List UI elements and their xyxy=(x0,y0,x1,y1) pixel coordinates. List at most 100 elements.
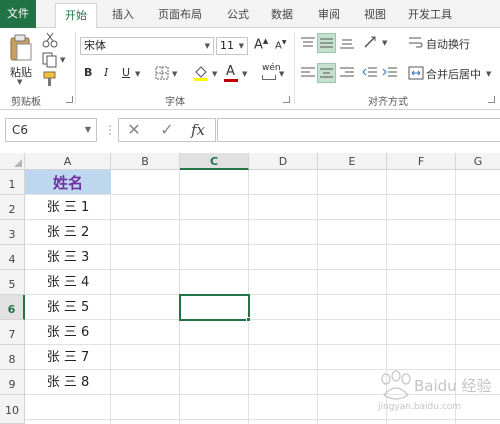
chevron-down-icon: ▼ xyxy=(204,42,210,50)
align-top-icon[interactable] xyxy=(300,36,316,50)
font-color-bar xyxy=(224,79,238,82)
fill-handle[interactable] xyxy=(246,317,251,322)
cell-a3[interactable]: 张 三 2 xyxy=(25,220,111,244)
column-header-f[interactable]: F xyxy=(387,153,456,170)
font-size-value: 11 xyxy=(220,39,234,52)
tab-developer[interactable]: 开发工具 xyxy=(402,3,458,28)
row-header-8[interactable]: 8 xyxy=(0,345,25,370)
grow-font-icon: A xyxy=(254,37,263,53)
alignment-launcher-icon[interactable] xyxy=(488,96,495,103)
name-box[interactable]: C6 ▼ xyxy=(5,118,97,142)
row-header-10[interactable]: 10 xyxy=(0,395,25,424)
ribbon-separator xyxy=(75,32,76,104)
formula-input[interactable] xyxy=(217,118,500,142)
align-middle-button[interactable] xyxy=(317,33,336,53)
row-header-4[interactable]: 4 xyxy=(0,245,25,270)
ribbon-separator xyxy=(294,32,295,104)
merge-center-icon[interactable] xyxy=(408,66,424,80)
font-launcher-icon[interactable] xyxy=(283,96,290,103)
drag-handle-icon[interactable]: ⋮ xyxy=(104,123,116,137)
cell-a9[interactable]: 张 三 8 xyxy=(25,370,111,394)
align-bottom-icon[interactable] xyxy=(339,36,355,50)
align-right-icon[interactable] xyxy=(339,66,355,80)
tab-review[interactable]: 审阅 xyxy=(309,3,349,28)
format-painter-icon[interactable] xyxy=(42,71,58,87)
font-name-value: 宋体 xyxy=(84,39,106,52)
row-header-3[interactable]: 3 xyxy=(0,220,25,245)
decrease-indent-icon[interactable] xyxy=(362,66,378,80)
enter-icon[interactable]: ✓ xyxy=(155,119,179,141)
phonetic-dropdown-icon[interactable]: ▼ xyxy=(279,70,284,78)
alignment-group-label: 对齐方式 xyxy=(368,97,408,108)
tab-view[interactable]: 视图 xyxy=(355,3,395,28)
select-all-button[interactable] xyxy=(0,153,25,170)
font-color-button[interactable]: A xyxy=(226,64,235,79)
cell-a2[interactable]: 张 三 1 xyxy=(25,195,111,219)
copy-dropdown-icon[interactable]: ▼ xyxy=(60,56,65,64)
shrink-font-button[interactable]: A▼ xyxy=(275,39,286,51)
cell-a6[interactable]: 张 三 5 xyxy=(25,295,111,319)
row-header-7[interactable]: 7 xyxy=(0,320,25,345)
underline-dropdown-icon[interactable]: ▼ xyxy=(135,70,140,78)
name-box-value: C6 xyxy=(12,123,29,137)
cut-icon[interactable] xyxy=(42,32,58,48)
copy-icon[interactable] xyxy=(42,52,58,68)
watermark-url: jingyan.baidu.com xyxy=(377,402,461,412)
font-name-combo[interactable]: 宋体 ▼ xyxy=(80,37,214,55)
fill-color-dropdown-icon[interactable]: ▼ xyxy=(212,70,217,78)
phonetic-button[interactable]: wén xyxy=(262,63,281,73)
tab-page-layout[interactable]: 页面布局 xyxy=(152,3,208,28)
column-header-e[interactable]: E xyxy=(318,153,387,170)
borders-icon[interactable] xyxy=(155,66,169,80)
clipboard-launcher-icon[interactable] xyxy=(66,96,73,103)
column-header-d[interactable]: D xyxy=(249,153,318,170)
cell-a7[interactable]: 张 三 6 xyxy=(25,320,111,344)
row-header-6[interactable]: 6 xyxy=(0,295,25,320)
grow-font-button[interactable]: A▲ xyxy=(254,37,268,52)
font-size-combo[interactable]: 11 ▼ xyxy=(216,37,248,55)
align-left-icon[interactable] xyxy=(300,66,316,80)
italic-button[interactable]: I xyxy=(104,66,108,79)
row-header-1[interactable]: 1 xyxy=(0,170,25,195)
clipboard-paste-icon[interactable] xyxy=(8,34,34,62)
merge-center-dropdown-icon[interactable]: ▼ xyxy=(486,70,491,78)
align-center-icon xyxy=(320,68,333,78)
paste-dropdown-icon[interactable]: ▼ xyxy=(17,78,22,86)
shrink-font-icon: A xyxy=(275,40,282,52)
tab-formulas[interactable]: 公式 xyxy=(218,3,258,28)
clipboard-group-label: 剪贴板 xyxy=(11,97,41,108)
row-header-2[interactable]: 2 xyxy=(0,195,25,220)
baidu-jingyan-watermark-logo: Baidu 经验 jingyan.baidu.com xyxy=(377,370,491,412)
align-center-button[interactable] xyxy=(317,63,336,83)
grid-line xyxy=(317,170,318,424)
orientation-dropdown-icon[interactable]: ▼ xyxy=(382,39,387,47)
active-cell-c6[interactable] xyxy=(179,294,250,321)
row-header-5[interactable]: 5 xyxy=(0,270,25,295)
column-header-b[interactable]: B xyxy=(111,153,180,170)
cell-a5[interactable]: 张 三 4 xyxy=(25,270,111,294)
cancel-icon[interactable]: ✕ xyxy=(122,119,146,141)
cell-a4[interactable]: 张 三 3 xyxy=(25,245,111,269)
merge-center-button[interactable]: 合并后居中 xyxy=(426,66,481,82)
tab-insert[interactable]: 插入 xyxy=(103,3,143,28)
fill-color-icon[interactable] xyxy=(193,64,209,82)
cell-a8[interactable]: 张 三 7 xyxy=(25,345,111,369)
underline-button[interactable]: U xyxy=(122,66,130,79)
insert-function-button[interactable]: fx xyxy=(186,119,210,141)
font-color-dropdown-icon[interactable]: ▼ xyxy=(242,70,247,78)
column-header-g[interactable]: G xyxy=(456,153,500,170)
bold-button[interactable]: B xyxy=(84,66,92,79)
orientation-icon[interactable] xyxy=(362,34,380,50)
cell-a1[interactable]: 姓名 xyxy=(25,170,111,194)
wrap-text-icon[interactable] xyxy=(408,36,424,50)
tab-home[interactable]: 开始 xyxy=(55,3,97,29)
row-header-9[interactable]: 9 xyxy=(0,370,25,395)
column-header-a[interactable]: A xyxy=(25,153,111,170)
column-header-c[interactable]: C xyxy=(180,153,249,170)
borders-dropdown-icon[interactable]: ▼ xyxy=(172,70,177,78)
wrap-text-button[interactable]: 自动换行 xyxy=(426,36,470,52)
tab-file[interactable]: 文件 xyxy=(0,0,36,28)
ribbon-tab-bar: 文件 开始 插入 页面布局 公式 数据 审阅 视图 开发工具 xyxy=(0,0,500,29)
increase-indent-icon[interactable] xyxy=(382,66,398,80)
tab-data[interactable]: 数据 xyxy=(262,3,302,28)
